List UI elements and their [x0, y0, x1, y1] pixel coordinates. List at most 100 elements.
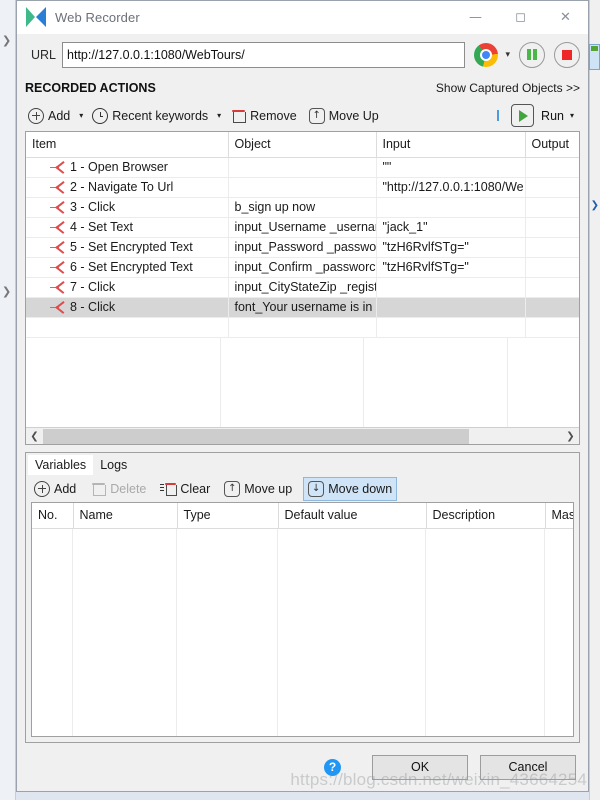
cell-input: "http://127.0.0.1:1080/We: [376, 177, 526, 198]
table-row[interactable]: 1 - Open Browser "": [26, 157, 579, 178]
cell-item: 7 - Click: [26, 277, 229, 298]
column-header-output[interactable]: Output: [525, 132, 579, 158]
variables-table: No. Name Type Default value Description …: [32, 503, 573, 529]
column-header-no[interactable]: No.: [32, 503, 74, 529]
background-right-strip: ❯: [589, 0, 600, 800]
column-header-default-value[interactable]: Default value: [278, 503, 427, 529]
arrow-down-icon: ↓: [308, 480, 325, 497]
cancel-button[interactable]: Cancel: [480, 754, 576, 780]
ok-button[interactable]: OK: [372, 754, 468, 780]
chrome-icon[interactable]: [474, 42, 499, 67]
cell-input: [376, 277, 526, 298]
move-variable-up-label: Move up: [244, 481, 293, 496]
katalon-k-logo-icon: [26, 7, 46, 27]
cell-input: "tzH6RvlfSTg=": [376, 237, 526, 258]
close-icon[interactable]: ✕: [543, 1, 588, 33]
cell-object: [228, 157, 377, 178]
move-variable-up-button[interactable]: ↑ Move up: [221, 477, 295, 501]
remove-action-button[interactable]: Remove: [227, 104, 300, 128]
cell-output: [525, 157, 579, 178]
cell-object: input_CityStateZip _regist: [228, 277, 377, 298]
recent-keywords-label: Recent keywords: [112, 108, 209, 123]
stop-icon[interactable]: [554, 41, 580, 68]
background-chevron-icon: ❯: [590, 200, 599, 211]
actions-toolbar: Add ▾ Recent keywords ▾ Remove ↑ Move Up…: [17, 100, 588, 131]
run-button[interactable]: [511, 104, 535, 127]
tab-logs[interactable]: Logs: [93, 455, 134, 475]
add-variable-button[interactable]: Add: [31, 477, 79, 501]
table-row[interactable]: 7 - Click input_CityStateZip _regist: [26, 277, 579, 298]
scrollbar-thumb[interactable]: [43, 428, 469, 444]
table-empty-area: [26, 337, 579, 427]
cell-item: 4 - Set Text: [26, 217, 229, 238]
add-action-label: Add: [48, 108, 71, 123]
clear-variables-label: Clear: [180, 481, 211, 496]
move-variable-down-label: Move down: [328, 481, 393, 496]
cell-item-label: 5 - Set Encrypted Text: [70, 240, 193, 254]
url-input[interactable]: [62, 41, 466, 68]
table-header-row: No. Name Type Default value Description …: [32, 503, 573, 529]
page-title: RECORDED ACTIONS: [25, 80, 156, 95]
cell-output: [525, 217, 579, 238]
pause-icon[interactable]: [519, 41, 545, 68]
show-captured-objects-link[interactable]: Show Captured Objects >>: [436, 81, 580, 95]
column-header-type[interactable]: Type: [177, 503, 279, 529]
column-header-mask[interactable]: Mas...: [545, 503, 573, 529]
scroll-right-arrow-icon[interactable]: ❯: [562, 431, 579, 442]
table-row[interactable]: 3 - Click b_sign up now: [26, 197, 579, 218]
scrollbar-track[interactable]: [43, 428, 562, 444]
table-row[interactable]: 6 - Set Encrypted Text input_Confirm _pas…: [26, 257, 579, 278]
cell-item: 8 - Click: [26, 297, 229, 318]
step-disabled-icon: [50, 261, 66, 274]
recent-keywords-button[interactable]: Recent keywords: [89, 104, 211, 128]
step-disabled-icon: [50, 221, 66, 234]
cell-item: 3 - Click: [26, 197, 229, 218]
recent-keywords-dropdown-caret-icon[interactable]: ▾: [211, 111, 227, 120]
recorded-actions-body: 1 - Open Browser "" 2 - Navigate To Url "ht…: [26, 157, 579, 338]
recorded-actions-table: Item Object Input Output 1 - Open Browse…: [26, 132, 579, 338]
url-label: URL: [31, 47, 57, 62]
move-up-action-button[interactable]: ↑ Move Up: [306, 104, 382, 128]
background-chevron-icon: ❯: [2, 285, 12, 298]
step-disabled-icon: [50, 201, 66, 214]
table-header-row: Item Object Input Output: [26, 132, 579, 158]
column-header-input[interactable]: Input: [376, 132, 526, 158]
column-header-item[interactable]: Item: [26, 132, 229, 158]
trash-icon: [90, 481, 106, 497]
clear-variables-button[interactable]: Clear: [157, 477, 213, 501]
delete-variable-button: Delete: [87, 477, 149, 501]
cell-item-label: 7 - Click: [70, 280, 116, 294]
column-header-description[interactable]: Description: [426, 503, 546, 529]
column-header-name[interactable]: Name: [73, 503, 178, 529]
column-header-object[interactable]: Object: [228, 132, 377, 158]
cell-item-label: 3 - Click: [70, 200, 116, 214]
variables-table-wrapper: No. Name Type Default value Description …: [31, 502, 574, 737]
cell-object: input_Confirm _passworc: [228, 257, 377, 278]
tab-variables[interactable]: Variables: [28, 455, 94, 475]
title-bar: Web Recorder — ◻ ✕: [17, 1, 588, 34]
step-disabled-icon: [50, 281, 66, 294]
cell-item-label: 8 - Click: [70, 300, 116, 314]
recorded-actions-header: RECORDED ACTIONS Show Captured Objects >…: [17, 75, 588, 100]
minimize-icon[interactable]: —: [453, 1, 498, 33]
table-row[interactable]: 4 - Set Text input_Username _usernar "jack…: [26, 217, 579, 238]
table-row[interactable]: 5 - Set Encrypted Text input_Password _pa…: [26, 237, 579, 258]
add-variable-label: Add: [54, 481, 77, 496]
toolbar-separator: [497, 110, 500, 121]
add-dropdown-caret-icon[interactable]: ▾: [73, 111, 89, 120]
table-row[interactable]: 2 - Navigate To Url "http://127.0.0.1:108…: [26, 177, 579, 198]
help-icon[interactable]: ?: [324, 758, 341, 776]
run-label: Run: [541, 108, 564, 123]
horizontal-scrollbar[interactable]: ❮ ❯: [26, 427, 579, 444]
step-disabled-icon: [50, 181, 66, 194]
cell-output: [525, 277, 579, 298]
run-dropdown-caret-icon[interactable]: ▾: [564, 111, 580, 120]
table-row[interactable]: 8 - Click font_Your username is in: [26, 297, 579, 318]
chevron-down-icon[interactable]: ▾: [505, 50, 510, 60]
arrow-up-icon: ↑: [224, 480, 241, 497]
move-variable-down-button[interactable]: ↓ Move down: [303, 476, 398, 501]
background-tab-thumb: [589, 44, 600, 70]
maximize-icon[interactable]: ◻: [498, 1, 543, 33]
add-action-button[interactable]: Add: [25, 104, 73, 128]
scroll-left-arrow-icon[interactable]: ❮: [26, 431, 43, 442]
